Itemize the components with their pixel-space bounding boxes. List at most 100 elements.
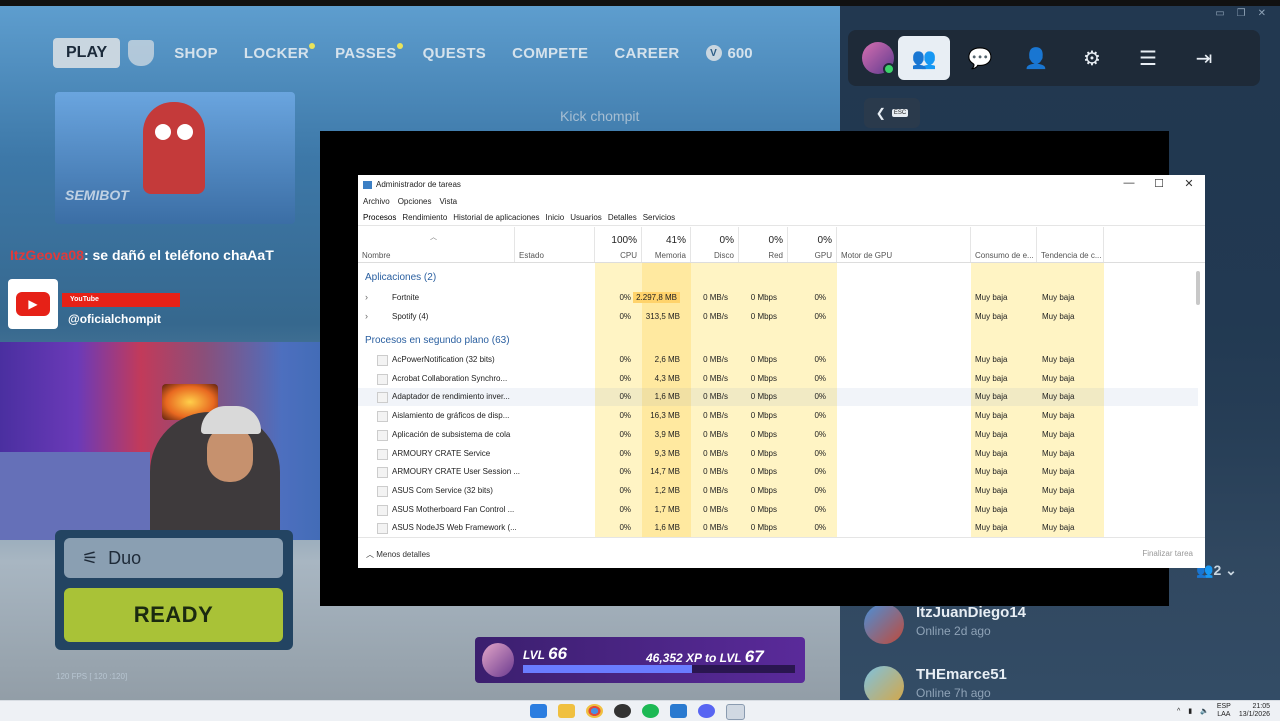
spotify-icon[interactable] — [642, 704, 659, 718]
col-status[interactable]: Estado — [515, 227, 595, 262]
group-background[interactable]: Procesos en segundo plano (63) — [365, 335, 510, 346]
col-name[interactable]: Nombre — [358, 227, 515, 262]
process-row[interactable]: Aislamiento de gráficos de disp... 0% 16,3… — [358, 407, 1198, 425]
tab-detalles[interactable]: Detalles — [608, 213, 637, 222]
process-row[interactable]: › Spotify (4) 0% 313,5 MB 0 MB/s 0 Mbps 0% Muy … — [358, 308, 1198, 326]
chat-button[interactable]: 💬 — [954, 36, 1006, 80]
language-indicator[interactable]: ESP LAA — [1217, 703, 1231, 719]
task-manager-footer: ︿ Menos detalles Finalizar tarea — [358, 537, 1205, 569]
tab-rendimiento[interactable]: Rendimiento — [402, 213, 447, 222]
nav-play[interactable]: PLAY — [53, 38, 121, 68]
col-disk[interactable]: 0% Disco — [691, 227, 739, 262]
minimize-icon[interactable]: ▭ — [1215, 8, 1224, 19]
player-avatar[interactable] — [862, 42, 895, 75]
process-row[interactable]: ARMOURY CRATE User Session ... 0% 14,7 MB 0… — [358, 463, 1198, 481]
exit-button[interactable]: ⇥ — [1178, 36, 1230, 80]
vbucks-amount: 600 — [727, 44, 753, 62]
memory-value: 1,7 MB — [654, 504, 680, 514]
back-button[interactable]: ❮ ESC — [864, 98, 920, 128]
nav-shop[interactable]: SHOP — [174, 45, 218, 62]
windows-start-icon[interactable] — [530, 704, 547, 718]
expand-chevron-icon[interactable]: › — [365, 292, 368, 302]
vbucks-balance[interactable]: V 600 — [705, 44, 753, 62]
cpu-value: 0% — [619, 467, 631, 477]
col-power[interactable]: Consumo de e... — [971, 227, 1037, 262]
menu-vista[interactable]: Vista — [439, 197, 457, 206]
process-icon — [377, 411, 388, 423]
col-network[interactable]: 0% Red — [739, 227, 788, 262]
tab-servicios[interactable]: Servicios — [643, 213, 675, 222]
chevron-up-icon: ︿ — [366, 550, 374, 559]
process-row[interactable]: Aplicación de subsistema de cola 0% 3,9 MB… — [358, 426, 1198, 444]
gear-icon: ⚙ — [1083, 47, 1101, 70]
expand-chevron-icon[interactable]: › — [365, 311, 368, 321]
mode-selector[interactable]: ⚟ Duo — [64, 538, 283, 578]
col-gpu-engine[interactable]: Motor de GPU — [837, 227, 971, 262]
app-f-icon[interactable] — [670, 704, 687, 718]
menu-opciones[interactable]: Opciones — [398, 197, 432, 206]
nav-compete[interactable]: COMPETE — [512, 45, 588, 62]
friends-button[interactable]: 👥 — [898, 36, 950, 80]
settings-button[interactable]: ⚙ — [1066, 36, 1118, 80]
discord-icon[interactable] — [698, 704, 715, 718]
close-button[interactable]: ✕ — [1174, 177, 1204, 190]
group-apps[interactable]: Aplicaciones (2) — [365, 272, 436, 283]
process-row[interactable]: ASUS Com Service (32 bits) 0% 1,2 MB 0 MB/s… — [358, 482, 1198, 500]
restore-icon[interactable]: ❐ — [1237, 8, 1246, 19]
end-task-button[interactable]: Finalizar tarea — [1142, 549, 1193, 558]
tab-procesos[interactable]: Procesos — [363, 213, 396, 222]
cpu-value: 0% — [619, 429, 631, 439]
process-row[interactable]: Acrobat Collaboration Synchro... 0% 4,3 MB… — [358, 370, 1198, 388]
nav-passes[interactable]: PASSES — [335, 42, 403, 62]
process-name: AcPowerNotification (32 bits) — [392, 355, 495, 364]
nav-career[interactable]: CAREER — [614, 45, 679, 62]
channel-handle: @oficialchompit — [68, 312, 162, 326]
tab-usuarios[interactable]: Usuarios — [570, 213, 602, 222]
fewer-details-button[interactable]: ︿ Menos detalles — [366, 549, 430, 560]
scrollbar-thumb[interactable] — [1196, 271, 1200, 305]
clock-date: 13/1/2026 — [1238, 711, 1270, 718]
process-row[interactable]: AcPowerNotification (32 bits) 0% 2,6 MB 0 M… — [358, 351, 1198, 369]
ready-button[interactable]: READY — [64, 588, 283, 642]
process-row[interactable]: ARMOURY CRATE Service 0% 9,3 MB 0 MB/s 0 Mbp… — [358, 445, 1198, 463]
tab-historial[interactable]: Historial de aplicaciones — [453, 213, 539, 222]
process-row[interactable]: › Fortnite 0% 2.297,8 MB 0 MB/s 0 Mbps 0% Muy b… — [358, 289, 1198, 307]
power-trend-value: Muy baja — [1042, 355, 1075, 364]
obs-icon[interactable] — [614, 704, 631, 718]
col-gpu[interactable]: 0% GPU — [788, 227, 837, 262]
process-icon — [377, 448, 388, 460]
process-row[interactable]: ASUS NodeJS Web Framework (... 0% 1,6 MB 0 … — [358, 519, 1198, 537]
nav-quests[interactable]: QUESTS — [423, 45, 486, 62]
power-value: Muy baja — [975, 373, 1008, 383]
friend-row[interactable]: ItzJuanDiego14 Online 2d ago — [864, 604, 1244, 644]
col-power-trend[interactable]: Tendencia de c... — [1037, 227, 1104, 262]
menu-button[interactable]: ☰ — [1122, 36, 1174, 80]
process-row[interactable]: ASUS Motherboard Fan Control ... 0% 1,7 MB… — [358, 501, 1198, 519]
file-explorer-icon[interactable] — [558, 704, 575, 718]
process-row[interactable]: Adaptador de rendimiento inver... 0% 1,6 M… — [358, 388, 1198, 407]
process-name: ASUS Motherboard Fan Control ... — [392, 504, 515, 514]
speaker-icon[interactable]: 🔈 — [1200, 707, 1209, 715]
network-icon[interactable]: ▮ — [1188, 707, 1192, 715]
col-memory[interactable]: 41% Memoria — [642, 227, 691, 262]
maximize-button[interactable]: ☐ — [1144, 177, 1174, 190]
featured-skin-card[interactable]: SEMIBOT — [55, 92, 295, 224]
tab-inicio[interactable]: Inicio — [546, 213, 565, 222]
col-cpu-label: CPU — [620, 251, 637, 260]
battle-pass-emblem-icon[interactable] — [128, 40, 155, 66]
add-friend-button[interactable]: 👤 — [1010, 36, 1062, 80]
menu-archivo[interactable]: Archivo — [363, 197, 390, 206]
task-manager-taskbar-icon[interactable] — [726, 704, 745, 720]
clock[interactable]: 21:05 13/1/2026 — [1239, 703, 1270, 719]
chrome-icon[interactable] — [586, 704, 603, 718]
disk-value: 0 MB/s — [703, 448, 728, 458]
gpu-value: 0% — [814, 392, 826, 402]
nav-locker[interactable]: LOCKER — [244, 42, 316, 62]
col-cpu[interactable]: 100% CPU — [595, 227, 642, 262]
task-manager-icon — [363, 180, 372, 189]
minimize-button[interactable]: — — [1114, 177, 1144, 189]
close-icon[interactable]: ✕ — [1258, 8, 1266, 19]
chevron-up-icon[interactable]: ^ — [1177, 708, 1180, 715]
power-value: Muy baja — [975, 448, 1008, 458]
memory-value: 313,5 MB — [645, 311, 680, 321]
